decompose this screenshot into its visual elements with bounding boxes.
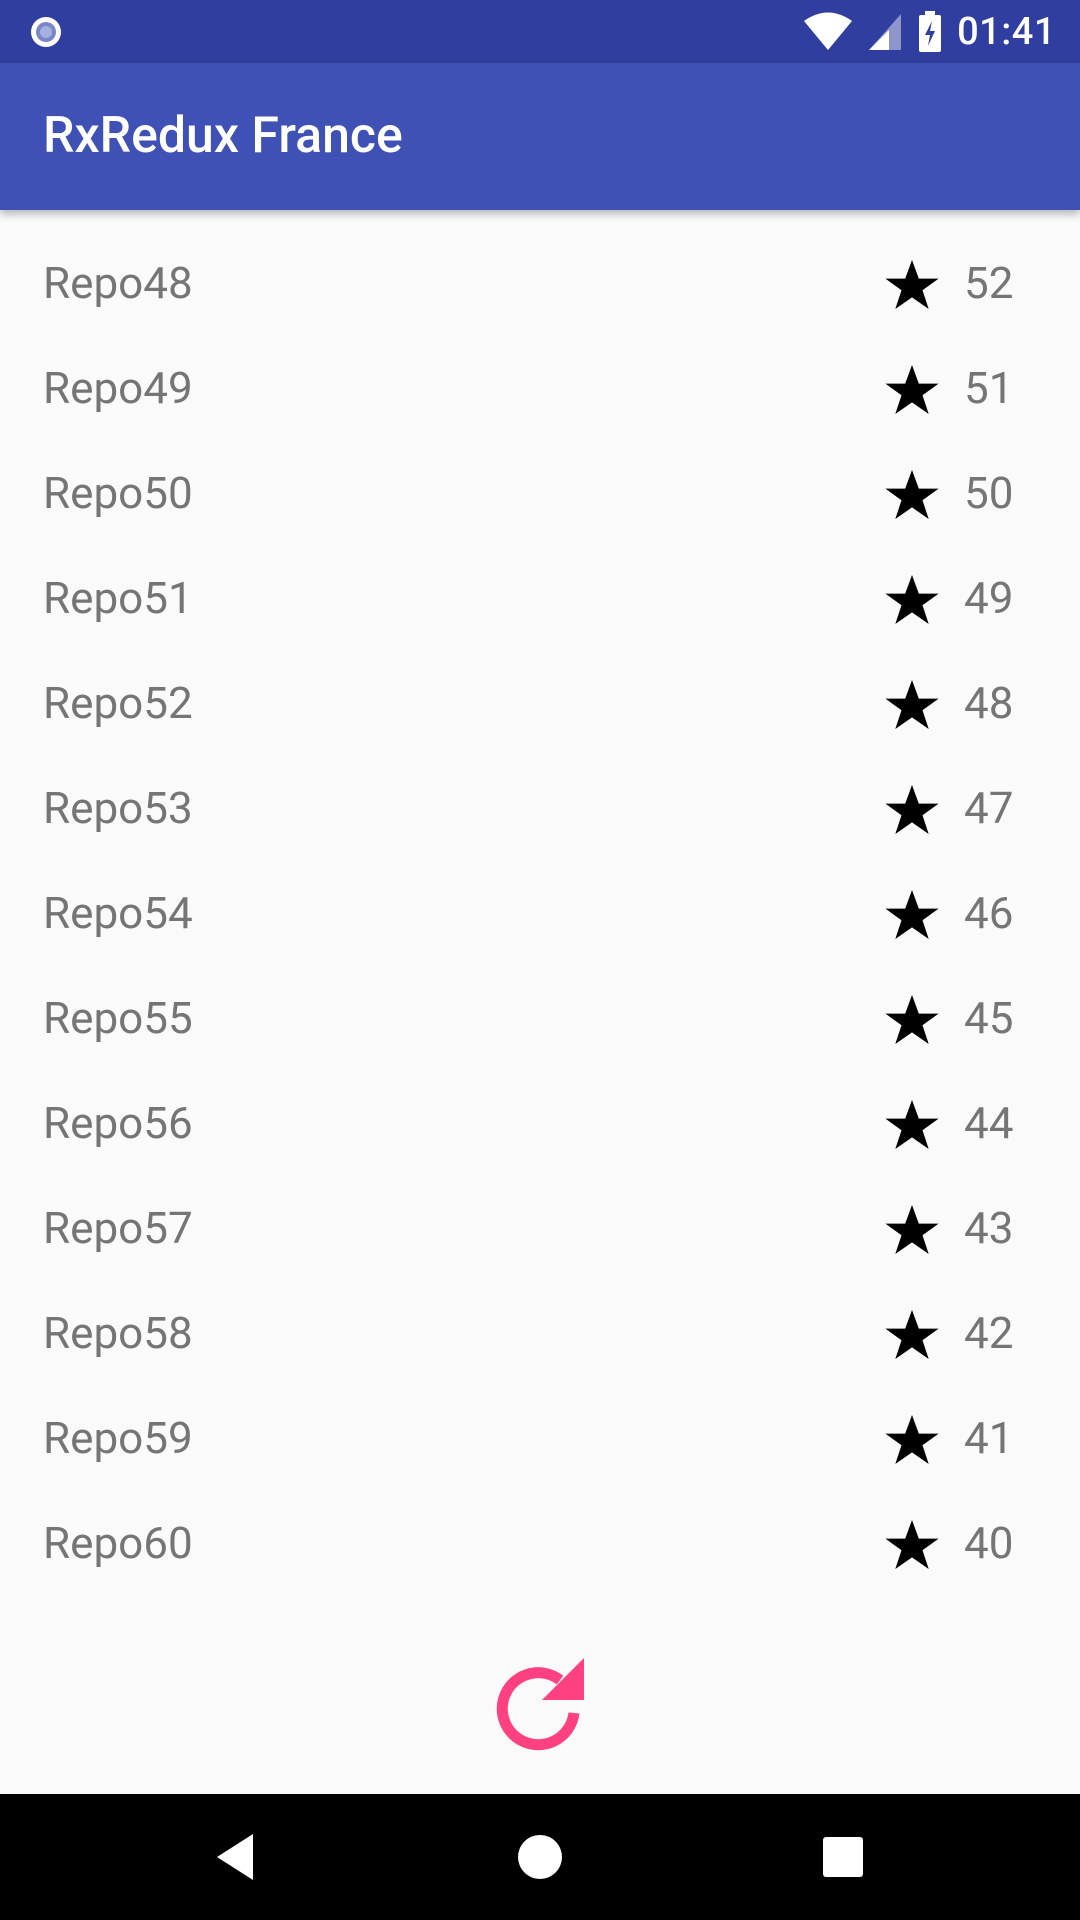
repo-name: Repo57	[43, 1202, 193, 1254]
star-icon	[885, 890, 939, 939]
app-bar: RxRedux France	[0, 63, 1080, 210]
recents-icon[interactable]	[806, 1820, 880, 1894]
repo-row[interactable]: Repo59 41	[0, 1386, 1080, 1491]
status-time: 01:41	[957, 9, 1056, 54]
repo-row[interactable]: Repo54 46	[0, 861, 1080, 966]
star-icon	[885, 575, 939, 624]
repo-name: Repo48	[43, 257, 193, 309]
back-icon[interactable]	[199, 1820, 273, 1894]
repo-name: Repo47	[43, 210, 193, 231]
repo-row[interactable]: Repo55 45	[0, 966, 1080, 1071]
repo-row[interactable]: Repo56 44	[0, 1071, 1080, 1176]
repo-name: Repo50	[43, 467, 193, 519]
star-count: 52	[964, 257, 1014, 309]
star-count: 48	[964, 677, 1014, 729]
star-icon	[885, 785, 939, 834]
status-bar: 01:41	[0, 0, 1080, 63]
star-count: 51	[964, 362, 1014, 414]
repo-name: Repo54	[43, 887, 193, 939]
wifi-icon	[804, 12, 853, 50]
repo-name: Repo60	[43, 1517, 193, 1569]
star-count: 41	[964, 1412, 1014, 1464]
star-icon	[885, 995, 939, 1044]
star-count: 44	[964, 1097, 1014, 1149]
star-count: 46	[964, 887, 1014, 939]
repo-row[interactable]: Repo52 48	[0, 651, 1080, 756]
navigation-bar	[0, 1794, 1080, 1920]
signal-icon	[869, 13, 902, 50]
repo-name: Repo52	[43, 677, 193, 729]
star-icon	[885, 1415, 939, 1464]
repo-name: Repo55	[43, 992, 193, 1044]
refresh-icon[interactable]	[488, 1658, 592, 1762]
repo-row[interactable]: Repo50 50	[0, 441, 1080, 546]
star-count: 42	[964, 1307, 1014, 1359]
notification-icon	[31, 17, 61, 47]
repo-row[interactable]: Repo48 52	[0, 231, 1080, 336]
repo-row[interactable]: Repo53 47	[0, 756, 1080, 861]
star-count: 53	[964, 210, 1013, 231]
repo-row[interactable]: Repo58 42	[0, 1281, 1080, 1386]
star-count: 40	[964, 1517, 1014, 1569]
app-title: RxRedux France	[43, 107, 403, 165]
repo-list[interactable]: Repo47 53 Repo48 52 Repo49 51 Repo50 50 Repo51 49…	[0, 210, 1080, 1618]
home-icon[interactable]	[503, 1820, 577, 1894]
star-count: 49	[964, 572, 1014, 624]
repo-name: Repo49	[43, 362, 193, 414]
repo-name: Repo58	[43, 1307, 193, 1359]
repo-row[interactable]: Repo60 40	[0, 1491, 1080, 1596]
star-count: 45	[964, 992, 1014, 1044]
star-count: 43	[964, 1202, 1014, 1254]
star-icon	[885, 365, 939, 414]
star-icon	[885, 1310, 939, 1359]
star-icon	[885, 260, 939, 309]
repo-row[interactable]: Repo49 51	[0, 336, 1080, 441]
repo-name: Repo59	[43, 1412, 193, 1464]
repo-row[interactable]: Repo57 43	[0, 1176, 1080, 1281]
star-icon	[885, 680, 939, 729]
repo-row[interactable]: Repo51 49	[0, 546, 1080, 651]
star-count: 50	[964, 467, 1014, 519]
star-count: 47	[964, 782, 1014, 834]
battery-icon	[919, 10, 942, 52]
repo-name: Repo53	[43, 782, 193, 834]
repo-name: Repo56	[43, 1097, 193, 1149]
star-icon	[885, 1205, 939, 1254]
repo-row[interactable]: Repo47 53	[0, 210, 1080, 231]
repo-name: Repo51	[43, 572, 193, 624]
star-icon	[885, 470, 939, 519]
star-icon	[885, 1520, 939, 1569]
star-icon	[885, 1100, 939, 1149]
